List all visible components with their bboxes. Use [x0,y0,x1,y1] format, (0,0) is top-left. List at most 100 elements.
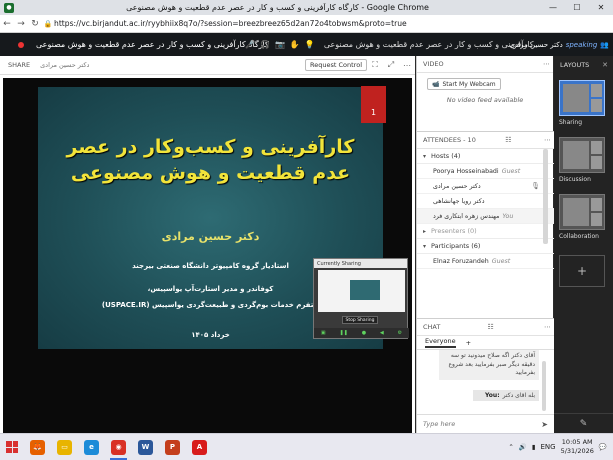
file-explorer-icon: ▭ [57,439,72,455]
layout-thumbnail [559,80,605,116]
camera-icon[interactable]: 📷 [275,40,285,49]
pause-icon[interactable]: ❚❚ [339,330,347,336]
close-icon[interactable]: ✕ [589,0,613,15]
taskbar-app-button[interactable]: 🦊 [24,434,51,460]
conference-controls: 🎤 🎧 📷 ✋ 💡 کارآفرینی و کسب و کار در عصر ع… [245,33,534,56]
attendee-name: دکتر حسین مرادی [433,182,481,190]
layouts-panel: LAYOUTS ✕ Sharing Discussion Collaborati… [554,56,613,433]
video-pod: VIDEO ⋯ 📹 Start My Webcam No video feed … [417,56,553,136]
attendee-row[interactable]: دکتر حسین مرادی 🎙 [417,179,554,194]
sharing-control-window[interactable]: Currently Sharing Stop Sharing ▣ ❚❚ ● ◀ … [313,258,409,339]
reload-icon[interactable]: ↻ [28,19,42,29]
attendee-row[interactable]: Elnaz Foruzandeh Guest [417,254,554,269]
close-icon[interactable]: ✕ [602,61,608,69]
forward-icon[interactable]: → [14,19,28,29]
window-title: کارگاه کارآفرینی و کسب و کار در عصر عدم … [126,3,429,12]
add-layout-button[interactable]: + [559,255,605,287]
clock[interactable]: 10:05 AM 5/31/2026 [561,438,594,456]
people-icon[interactable]: 👥 [600,41,609,49]
add-chat-tab-button[interactable]: + [466,339,471,347]
bbb-favicon-icon: ● [4,2,14,13]
hosts-label: Hosts (4) [431,152,461,160]
video-more-icon[interactable]: ⋯ [540,60,553,68]
notifications-icon[interactable]: 💬 [599,443,607,451]
right-column: VIDEO ⋯ 📹 Start My Webcam No video feed … [416,56,554,433]
attendee-list-icon[interactable]: ☷ [502,136,515,144]
layout-collaboration[interactable]: Collaboration [559,194,605,240]
chat-list-icon[interactable]: ☷ [484,323,497,331]
raise-hand-icon[interactable]: ✋ [290,40,300,49]
start-button[interactable] [0,434,24,460]
maximize-icon[interactable]: ☐ [565,0,589,15]
taskbar-app-button[interactable]: ▭ [51,434,78,460]
attendee-role: Guest [501,167,521,175]
lightbulb-icon[interactable]: 💡 [305,40,315,49]
chevron-down-icon: ▾ [423,242,427,250]
stop-sharing-button[interactable]: Stop Sharing [342,316,378,324]
chat-more-icon[interactable]: ⋯ [541,323,554,331]
chat-input[interactable]: Type here ➤ [417,414,554,433]
mic-small-icon[interactable]: ● [362,330,366,336]
attendee-row[interactable]: دکتر رویا جهانشاهی [417,194,554,209]
chat-message: آقای دکتر اگه صلاح میدونید تو سه دقیقه د… [439,350,539,380]
windows-logo-icon [6,441,18,453]
network-icon[interactable]: ▮ [532,443,536,451]
attendees-scrollbar[interactable] [543,149,548,244]
slide-title-line1: کارآفرینی و کسب‌وکار در عصر [66,136,355,158]
taskbar-app-button[interactable]: e [78,434,105,460]
url-field[interactable]: https://vc.birjandut.ac.ir/ryybhiix8q7o/… [54,19,407,28]
share-pod-title: SHARE [8,61,31,69]
word-icon: W [138,439,153,455]
volume-icon[interactable]: ◀ [380,330,384,336]
chat-sender: You: [485,392,500,399]
layouts-header: LAYOUTS ✕ [554,56,613,73]
settings-icon[interactable]: ⚙ [398,330,402,336]
firefox-icon: 🦊 [30,439,45,455]
start-webcam-button[interactable]: 📹 Start My Webcam [427,78,501,90]
taskbar-app-button[interactable]: P [159,434,186,460]
tab-everyone[interactable]: Everyone [425,337,456,348]
more-options-icon[interactable]: ⋯ [399,61,415,70]
taskbar-app-button[interactable]: A [186,434,213,460]
attendees-pod-header: ATTENDEES - 10 ☷ ⋯ [417,132,554,149]
request-control-button[interactable]: Request Control [305,59,367,71]
chevron-down-icon: ▾ [423,152,427,160]
fullscreen-icon[interactable]: ⤢ [383,60,399,70]
taskbar-apps: 🦊 ▭ e ◉ W P A [24,434,213,460]
lock-icon[interactable]: 🔒 [42,20,54,28]
video-pod-header: VIDEO ⋯ [417,56,553,73]
sharing-toolbar: ▣ ❚❚ ● ◀ ⚙ [314,328,409,338]
language-indicator[interactable]: ENG [540,443,555,451]
send-icon[interactable]: ➤ [541,420,548,429]
ear-icon[interactable]: 🎧 [260,40,270,49]
taskbar-app-button[interactable]: ◉ [105,434,132,460]
attendee-name: دکتر رویا جهانشاهی [433,197,485,205]
mic-icon[interactable]: 🎤 [245,40,255,49]
chevron-up-icon[interactable]: ⌃ [508,443,513,451]
video-pod-title: VIDEO [423,60,444,68]
attendee-name: مهندس زهره ابتکاری فرد [433,212,500,220]
chat-scrollbar[interactable] [542,361,546,411]
back-icon[interactable]: ← [0,19,14,29]
minimize-icon[interactable]: — [541,0,565,15]
meeting-subtitle: کارآفرینی و کسب و کار در عصر عدم قطعیت و… [323,40,534,49]
microphone-icon: 🎙 [531,182,540,190]
participants-group[interactable]: ▾ Participants (6) [417,239,554,254]
tools-icon[interactable]: ✎ [554,413,613,433]
presenters-group[interactable]: ▸ Presenters (0) [417,224,554,239]
attendee-row[interactable]: Poorya Hosseinabadi Guest [417,164,554,179]
attendees-more-icon[interactable]: ⋯ [541,136,554,144]
monitor-icon[interactable]: ▣ [321,330,326,336]
share-pod-header: SHARE دکتر حسین مرادی Request Control ⛶ … [0,56,415,75]
edge-icon: e [84,439,99,455]
taskbar-app-button[interactable]: W [132,434,159,460]
presenter-name: دکتر حسین مرادی [40,61,90,69]
volume-tray-icon[interactable]: 🔊 [519,443,527,451]
chat-text: بله اقای دکتر [502,392,535,399]
fit-screen-icon[interactable]: ⛶ [367,60,383,70]
layout-sharing[interactable]: Sharing [559,80,605,126]
record-indicator-icon[interactable] [18,41,24,48]
hosts-group[interactable]: ▾ Hosts (4) [417,149,554,164]
layout-discussion[interactable]: Discussion [559,137,605,183]
attendee-row[interactable]: مهندس زهره ابتکاری فرد You [417,209,554,224]
